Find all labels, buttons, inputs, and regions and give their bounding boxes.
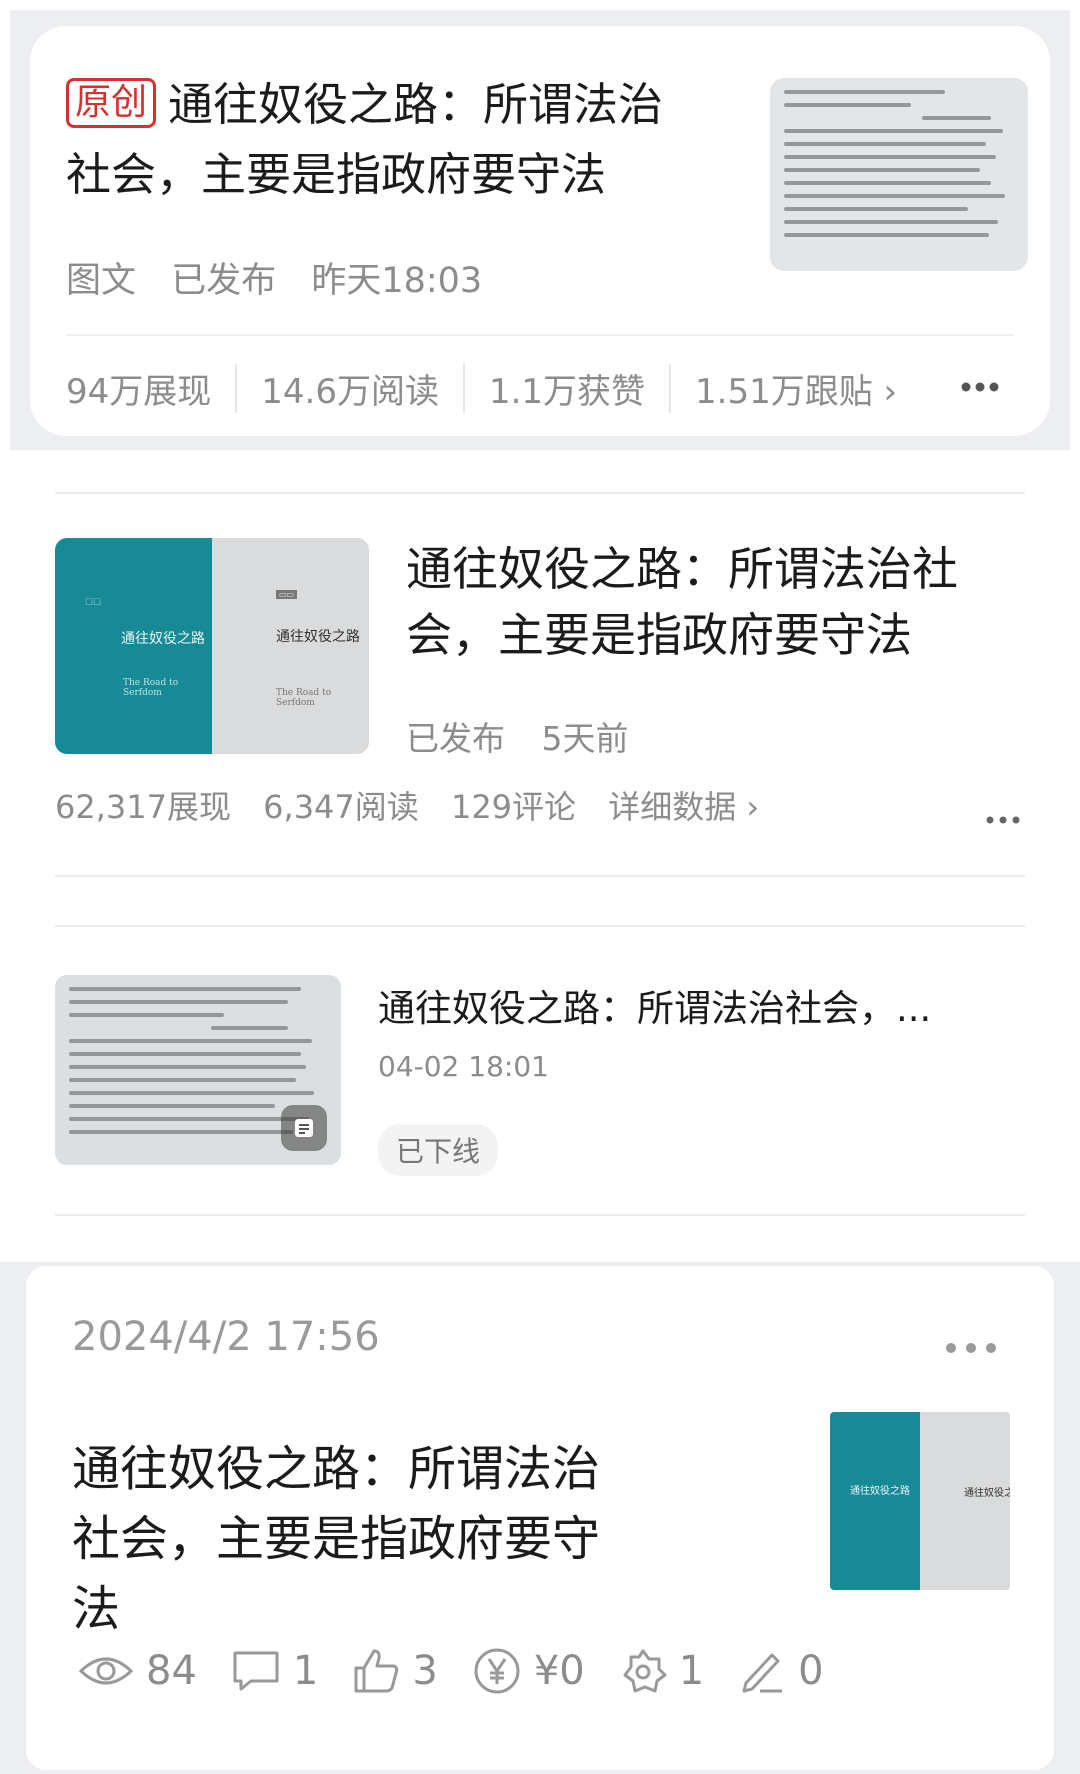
divider bbox=[55, 925, 1025, 927]
divider bbox=[55, 875, 1025, 877]
article-title[interactable]: 通往奴役之路：所谓法治社会，主要是指政府要守法 bbox=[406, 536, 1006, 668]
income-stat[interactable]: ¥0 bbox=[472, 1646, 585, 1696]
yen-icon bbox=[474, 1648, 520, 1694]
star-icon bbox=[623, 1649, 667, 1693]
article-card-1[interactable]: 原创 通往奴役之路：所谓法治社会，主要是指政府要守法 图文 已发布 昨天18:03… bbox=[30, 26, 1050, 436]
article-stats: 94万展现 14.6万阅读 1.1万获赞 1.51万跟贴 › bbox=[66, 364, 921, 413]
impressions-stat: 62,317展现 bbox=[55, 788, 231, 826]
edits-stat[interactable]: 0 bbox=[738, 1647, 824, 1695]
article-time: 04-02 18:01 bbox=[378, 1050, 549, 1083]
article-stats: 84 1 3 ¥0 1 0 bbox=[78, 1646, 858, 1696]
card-1-container: 原创 通往奴役之路：所谓法治社会，主要是指政府要守法 图文 已发布 昨天18:03… bbox=[10, 10, 1070, 450]
more-dots-icon[interactable] bbox=[944, 1328, 998, 1363]
likes-stat[interactable]: 3 bbox=[352, 1648, 438, 1694]
article-meta: 已发布 5天前 bbox=[406, 712, 655, 760]
article-stats: 62,317展现 6,347阅读 129评论 详细数据 › bbox=[55, 782, 781, 828]
article-title[interactable]: 通往奴役之路：所谓法治社会，主要是指政府要守法 bbox=[72, 1434, 632, 1644]
article-time: 昨天18:03 bbox=[311, 261, 483, 301]
comment-icon bbox=[233, 1651, 279, 1691]
views-stat: 84 bbox=[78, 1648, 197, 1694]
article-status: 已发布 bbox=[171, 261, 277, 301]
document-icon bbox=[281, 1105, 327, 1151]
divider bbox=[66, 334, 1014, 336]
article-time: 2024/4/2 17:56 bbox=[72, 1314, 380, 1360]
article-thumbnail[interactable]: ☐☐ 通往奴役之路 The Road to Serfdom ▭▭ 通往奴役之路 … bbox=[55, 538, 369, 754]
thumbs-up-icon bbox=[354, 1649, 399, 1693]
article-title[interactable]: 通往奴役之路：所谓法治社会，... bbox=[378, 978, 931, 1032]
favorites-stat[interactable]: 1 bbox=[619, 1647, 704, 1695]
offline-status-badge: 已下线 bbox=[378, 1124, 499, 1176]
article-thumbnail[interactable] bbox=[770, 78, 1028, 271]
original-badge: 原创 bbox=[66, 78, 157, 128]
more-dots-icon[interactable] bbox=[960, 366, 1000, 401]
pen-icon bbox=[742, 1653, 783, 1693]
book-subtitle: The Road to Serfdom bbox=[276, 688, 332, 708]
likes-stat: 1.1万获赞 bbox=[489, 364, 672, 413]
comments-stat: 129评论 bbox=[450, 788, 577, 826]
more-dots-icon[interactable] bbox=[985, 798, 1021, 833]
article-status: 已发布 bbox=[406, 719, 505, 758]
article-meta: 图文 已发布 昨天18:03 bbox=[66, 252, 506, 303]
reads-stat: 6,347阅读 bbox=[263, 788, 419, 826]
divider bbox=[55, 1214, 1025, 1216]
article-title[interactable]: 原创 通往奴役之路：所谓法治社会，主要是指政府要守法 bbox=[66, 70, 706, 210]
article-thumbnail[interactable]: 通往奴役之路 通往奴役之路 bbox=[830, 1412, 1010, 1590]
comments-stat[interactable]: 1 bbox=[231, 1648, 318, 1694]
eye-icon bbox=[78, 1657, 134, 1685]
detail-data-link[interactable]: 详细数据 › bbox=[608, 788, 759, 826]
replies-link[interactable]: 1.51万跟贴 › bbox=[695, 364, 921, 413]
book-title: 通往奴役之路 bbox=[964, 1488, 1010, 1499]
impressions-stat: 94万展现 bbox=[66, 364, 238, 413]
article-card-4[interactable]: 2024/4/2 17:56 通往奴役之路：所谓法治社会，主要是指政府要守法 通… bbox=[26, 1266, 1054, 1770]
article-type: 图文 bbox=[66, 261, 137, 301]
book-title: 通往奴役之路 bbox=[276, 629, 360, 645]
book-title: 通往奴役之路 bbox=[121, 631, 205, 647]
reads-stat: 14.6万阅读 bbox=[261, 364, 465, 413]
book-title: 通往奴役之路 bbox=[850, 1486, 910, 1497]
book-subtitle: The Road to Serfdom bbox=[123, 678, 179, 698]
article-thumbnail[interactable] bbox=[55, 975, 341, 1165]
divider bbox=[55, 492, 1025, 494]
article-time: 5天前 bbox=[541, 719, 629, 758]
